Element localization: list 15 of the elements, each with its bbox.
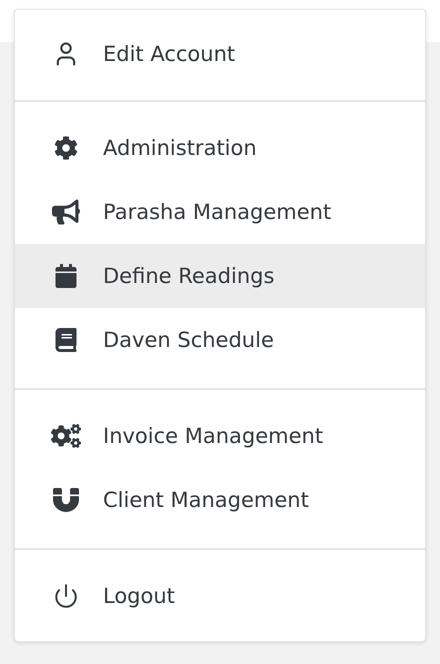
gears-icon	[51, 421, 81, 451]
menu-item[interactable]: Daven Schedule	[15, 308, 425, 372]
menu-item[interactable]: Logout	[15, 564, 425, 628]
menu-item[interactable]: Administration	[15, 116, 425, 180]
calendar-icon	[54, 264, 78, 288]
book-icon	[54, 328, 78, 352]
power-icon	[53, 583, 79, 609]
magnet-icon	[53, 487, 79, 513]
menu-item[interactable]: Edit Account	[15, 22, 425, 86]
menu-item[interactable]: Invoice Management	[15, 404, 425, 468]
megaphone-icon	[52, 198, 80, 226]
menu-item[interactable]: Define Readings	[15, 244, 425, 308]
menu-item[interactable]: Parasha Management	[15, 180, 425, 244]
gear-icon	[54, 136, 78, 160]
menu-item[interactable]: Client Management	[15, 468, 425, 532]
